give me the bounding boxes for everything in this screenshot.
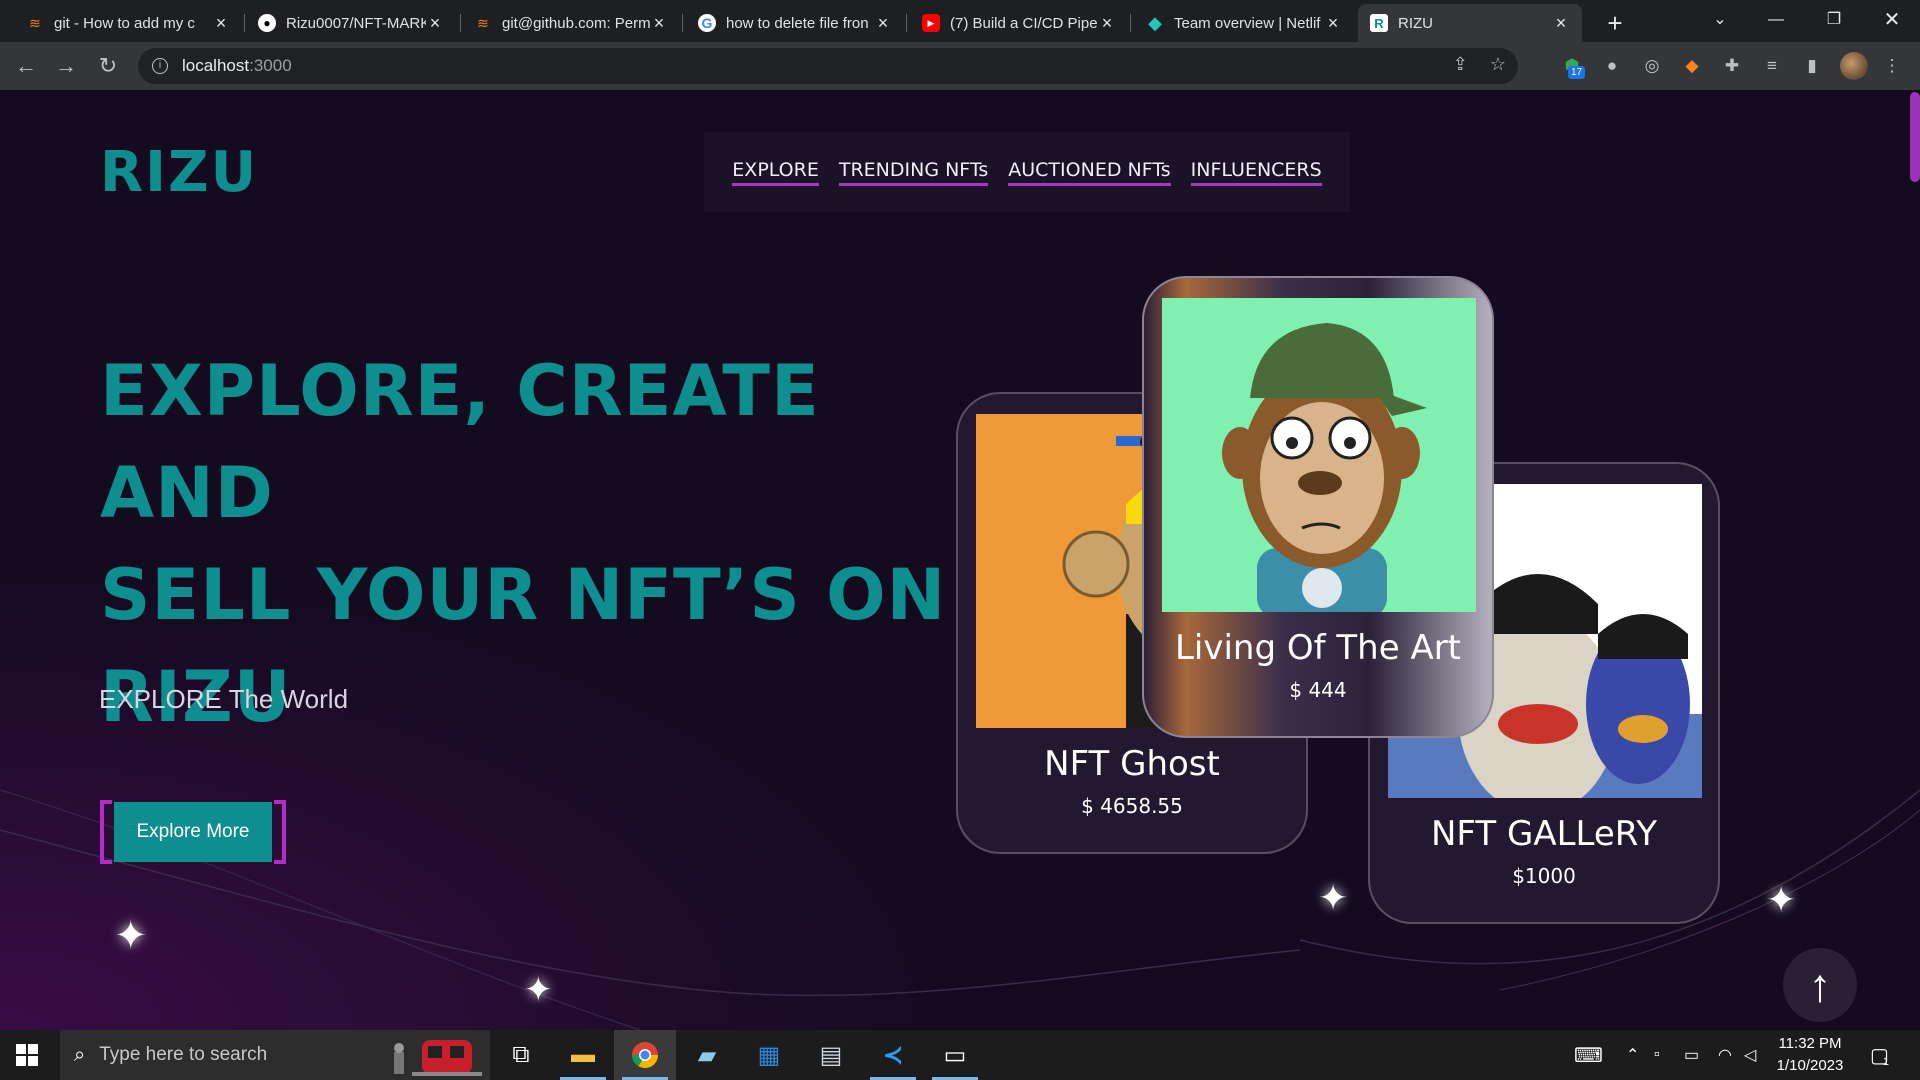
new-tab-button[interactable]: + xyxy=(1598,6,1632,40)
explore-more-button[interactable]: Explore More xyxy=(114,802,272,862)
close-tab-icon[interactable]: × xyxy=(1552,13,1570,34)
explore-more-wrapper: Explore More xyxy=(100,800,286,864)
vscode-icon[interactable]: ≺ xyxy=(862,1030,924,1080)
reading-list-icon[interactable]: ≡ xyxy=(1760,54,1784,78)
chrome-taskbar-icon[interactable] xyxy=(614,1030,676,1080)
volume-icon[interactable]: ◁ xyxy=(1744,1030,1756,1080)
search-placeholder: Type here to search xyxy=(99,1044,268,1065)
url-host: localhost xyxy=(182,56,250,75)
printer-app-icon[interactable]: ▤ xyxy=(800,1030,862,1080)
notification-count: 1 xyxy=(1882,1056,1890,1068)
browser-menu-icon[interactable]: ⋮ xyxy=(1880,54,1904,78)
forward-icon[interactable]: → xyxy=(50,50,82,82)
nft-price: $1000 xyxy=(1512,864,1576,888)
url-port: :3000 xyxy=(249,56,292,75)
site-info-icon[interactable]: i xyxy=(152,58,168,74)
tab-search-icon[interactable]: ⌄ xyxy=(1692,0,1748,40)
scroll-to-top-button[interactable]: ↑ xyxy=(1783,948,1857,1022)
tray-app-icon[interactable]: ▫ xyxy=(1654,1030,1660,1080)
input-keyboard-icon[interactable]: ⌨ xyxy=(1574,1030,1603,1080)
main-nav: EXPLORE TRENDING NFTs AUCTIONED NFTs INF… xyxy=(704,132,1350,212)
task-view-icon[interactable]: ⧉ xyxy=(490,1030,552,1080)
minimize-window-button[interactable]: — xyxy=(1748,0,1804,40)
extension-badge: 17 xyxy=(1568,66,1586,79)
clock-time: 11:32 PM xyxy=(1778,1035,1842,1052)
extension-mouse-icon[interactable]: ● xyxy=(1600,54,1624,78)
stackoverflow-icon: ≋ xyxy=(29,14,41,31)
address-bar[interactable]: i localhost:3000 ⇪ ☆ xyxy=(138,48,1518,84)
bookmark-star-icon[interactable]: ☆ xyxy=(1490,54,1506,75)
side-panel-icon[interactable]: ▮ xyxy=(1800,54,1824,78)
close-tab-icon[interactable]: × xyxy=(1324,13,1342,34)
nft-name: NFT Ghost xyxy=(1044,744,1220,784)
github-icon: ● xyxy=(258,14,276,32)
microsoft-store-icon[interactable]: ▦ xyxy=(738,1030,800,1080)
nft-price: $ 4658.55 xyxy=(1081,794,1183,818)
close-tab-icon[interactable]: × xyxy=(1098,13,1116,34)
nav-link-auctioned[interactable]: AUCTIONED NFTs xyxy=(1008,159,1171,186)
reload-icon[interactable]: ↻ xyxy=(92,50,124,82)
hero-line: EXPLORE, CREATE AND xyxy=(100,350,820,534)
close-tab-icon[interactable]: × xyxy=(426,13,444,34)
close-tab-icon[interactable]: × xyxy=(650,13,668,34)
nav-link-influencers[interactable]: INFLUENCERS xyxy=(1190,159,1322,186)
browser-tab-active[interactable]: R RIZU × xyxy=(1358,4,1582,42)
notes-app-icon[interactable]: ▰ xyxy=(676,1030,738,1080)
netlify-icon: ◆ xyxy=(1148,12,1162,33)
restore-window-button[interactable]: ❐ xyxy=(1806,0,1862,40)
nft-name: NFT GALLeRY xyxy=(1431,814,1657,854)
browser-toolbar: ← → ↻ i localhost:3000 ⇪ ☆ ⬢ ● ◎ ◆ ✚ ≡ ▮… xyxy=(0,42,1920,90)
browser-tab[interactable]: ◆ Team overview | Netlif × xyxy=(1134,4,1354,42)
back-icon[interactable]: ← xyxy=(10,50,42,82)
browser-tab[interactable]: ▶ (7) Build a CI/CD Pipel × xyxy=(910,4,1128,42)
close-tab-icon[interactable]: × xyxy=(874,13,892,34)
nft-name: Living Of The Art xyxy=(1174,628,1462,668)
nft-image-monkey xyxy=(1162,298,1476,612)
windows-start-icon[interactable] xyxy=(16,1044,38,1071)
close-tab-icon[interactable]: × xyxy=(212,13,230,34)
windows-taskbar: ⌕ Type here to search ⧉ ▬ ▰ ▦ ▤ ≺ ▭ ⌨ ⌃ … xyxy=(0,1030,1920,1080)
stackoverflow-icon: ≋ xyxy=(477,14,489,31)
search-highlight-train-icon xyxy=(394,1040,482,1076)
tray-chevron-up-icon[interactable]: ⌃ xyxy=(1626,1030,1639,1080)
rizu-favicon-icon: R xyxy=(1370,14,1388,32)
sparkle-icon: ✦ xyxy=(1766,879,1797,920)
hero-line: SELL YOUR NFT’S ON xyxy=(100,554,947,636)
search-icon: ⌕ xyxy=(74,1043,86,1066)
sparkle-icon: ✦ xyxy=(114,914,148,958)
sparkle-icon: ✦ xyxy=(1318,877,1349,918)
page-viewport: RIZU EXPLORE TRENDING NFTs AUCTIONED NFT… xyxy=(0,90,1920,1030)
profile-avatar[interactable] xyxy=(1840,52,1868,80)
nft-price: $ 444 xyxy=(1289,678,1347,702)
share-icon[interactable]: ⇪ xyxy=(1453,54,1468,75)
nav-link-trending[interactable]: TRENDING NFTs xyxy=(838,159,989,186)
youtube-icon: ▶ xyxy=(922,14,940,32)
scrollbar[interactable] xyxy=(1910,92,1920,182)
terminal-icon[interactable]: ▭ xyxy=(924,1030,986,1080)
hero-subtitle: EXPLORE The World xyxy=(99,684,349,714)
extension-target-icon[interactable]: ◎ xyxy=(1640,54,1664,78)
browser-tab[interactable]: G how to delete file fron × xyxy=(686,4,904,42)
sparkle-icon: ✦ xyxy=(524,971,553,1009)
close-window-button[interactable]: ✕ xyxy=(1864,0,1920,40)
browser-tab-strip: ≋ git - How to add my c × ● Rizu0007/NFT… xyxy=(0,0,1920,42)
browser-tab[interactable]: ≋ git - How to add my c × xyxy=(14,4,242,42)
nft-card-living[interactable]: Living Of The Art $ 444 xyxy=(1142,276,1494,738)
clock-date: 1/10/2023 xyxy=(1776,1057,1844,1074)
metamask-icon[interactable]: ◆ xyxy=(1680,54,1704,78)
battery-icon[interactable]: ▭ xyxy=(1684,1030,1699,1080)
wifi-icon[interactable]: ◠ xyxy=(1718,1030,1732,1080)
taskbar-clock[interactable]: 11:32 PM 1/10/2023 xyxy=(1760,1033,1860,1077)
nav-link-explore[interactable]: EXPLORE xyxy=(732,159,819,186)
browser-tab[interactable]: ≋ git@github.com: Perm × xyxy=(462,4,680,42)
arrow-up-icon: ↑ xyxy=(1808,959,1832,1011)
google-icon: G xyxy=(698,14,716,32)
browser-tab[interactable]: ● Rizu0007/NFT-MARKE × xyxy=(246,4,456,42)
file-explorer-icon[interactable]: ▬ xyxy=(552,1030,614,1080)
site-logo[interactable]: RIZU xyxy=(100,140,258,205)
extensions-puzzle-icon[interactable]: ✚ xyxy=(1720,54,1744,78)
notification-center-icon[interactable]: ▢ 1 xyxy=(1870,1030,1889,1080)
